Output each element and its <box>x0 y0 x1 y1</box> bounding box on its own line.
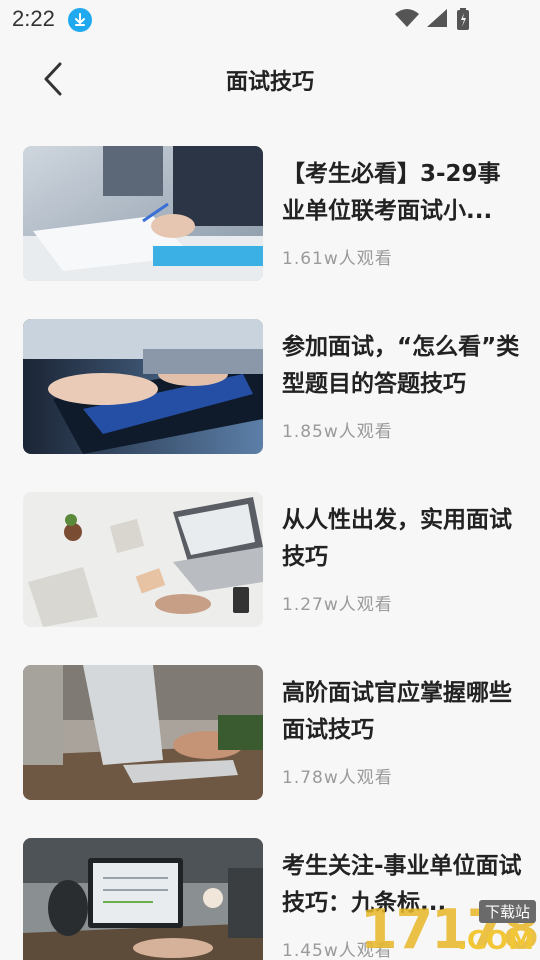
article-views: 1.78w人观看 <box>282 768 393 788</box>
watermark-tag: 下载站 <box>478 900 536 923</box>
wifi-icon <box>395 9 419 27</box>
watermark-suffix: .COM <box>457 926 534 956</box>
article-title: 参加面试，“怎么看”类型题目的答题技巧 <box>282 334 520 397</box>
status-time: 2:22 <box>12 6 55 31</box>
watermark-logo: 17178 .COM 下载站 <box>300 898 540 960</box>
article-thumbnail[interactable] <box>23 838 263 960</box>
article-thumbnail[interactable] <box>23 146 263 281</box>
download-icon <box>68 8 92 32</box>
article-item[interactable]: 从人性出发，实用面试技巧 1.27w人观看 <box>0 492 540 628</box>
article-views: 1.61w人观看 <box>282 249 393 269</box>
article-item[interactable]: 高阶面试官应掌握哪些面试技巧 1.78w人观看 <box>0 665 540 801</box>
page-title: 面试技巧 <box>225 70 314 95</box>
article-title: 【考生必看】3-29事业单位联考面试小... <box>282 161 501 224</box>
signal-icon <box>427 9 447 27</box>
article-title: 从人性出发，实用面试技巧 <box>282 507 512 570</box>
article-title: 高阶面试官应掌握哪些面试技巧 <box>282 680 512 743</box>
status-bar: 2:22 <box>0 0 540 38</box>
battery-icon <box>457 8 469 30</box>
article-views: 1.85w人观看 <box>282 422 393 442</box>
nav-bar: 面试技巧 <box>0 44 540 114</box>
article-item[interactable]: 参加面试，“怎么看”类型题目的答题技巧 1.85w人观看 <box>0 319 540 455</box>
article-thumbnail[interactable] <box>23 665 263 800</box>
article-views: 1.27w人观看 <box>282 595 393 615</box>
article-thumbnail[interactable] <box>23 492 263 627</box>
article-thumbnail[interactable] <box>23 319 263 454</box>
article-item[interactable]: 【考生必看】3-29事业单位联考面试小... 1.61w人观看 <box>0 146 540 282</box>
